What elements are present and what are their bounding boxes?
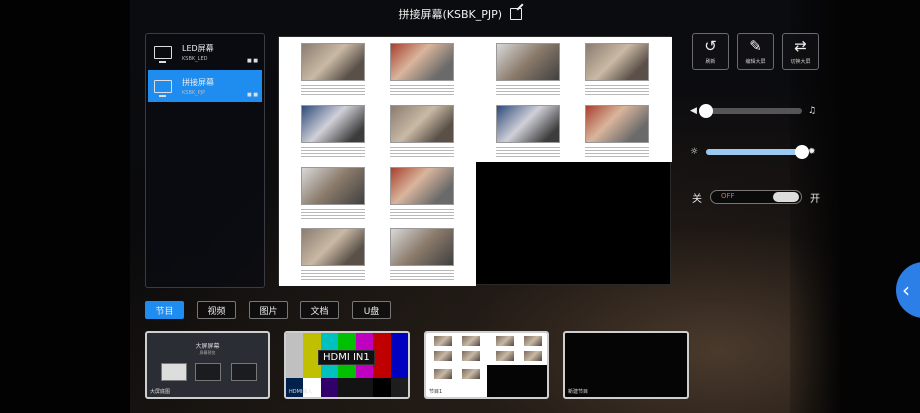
thumbnail-mini-screen: [161, 363, 187, 381]
preview-photo: [301, 167, 365, 205]
thumbnail-program-1[interactable]: 节目1: [424, 331, 549, 399]
edit-icon: ✎: [749, 36, 762, 55]
preview-caption: [390, 147, 454, 157]
page-title-text: 拼接屏幕(KSBK_PJP): [398, 8, 503, 21]
thumbnail-label: 新建节目: [568, 389, 589, 395]
preview-caption: [390, 209, 454, 219]
screen-item-pjp[interactable]: 拼接屏幕 KSBK_PJP ■ ■: [148, 70, 262, 102]
preview-caption: [301, 270, 365, 280]
chevron-left-icon: ‹: [902, 278, 910, 302]
tool-label: 编辑大屏: [745, 58, 766, 65]
brightness-slider-fill: [706, 149, 802, 155]
tab-image[interactable]: 图片: [249, 301, 288, 319]
edit-screen-button[interactable]: ✎ 编辑大屏: [737, 33, 774, 70]
thumbnail-photo: [462, 369, 480, 379]
preview-caption: [585, 147, 649, 157]
thumbnail-photo: [496, 351, 514, 361]
preview-caption: [301, 209, 365, 219]
tool-label: 切换大屏: [790, 58, 811, 65]
thumbnail-mini-screen: [231, 363, 257, 381]
power-state-text: OFF: [721, 192, 735, 200]
thumbnail-photo: [434, 351, 452, 361]
preview-caption: [496, 147, 560, 157]
preview-photo: [301, 228, 365, 266]
monitor-icon: [154, 45, 172, 63]
brightness-slider[interactable]: [706, 145, 809, 159]
volume-slider[interactable]: [699, 104, 802, 118]
switch-screen-button[interactable]: ⇄ 切换大屏: [782, 33, 819, 70]
edit-icon[interactable]: [509, 8, 522, 20]
screen-item-sub: KSBK_PJP: [182, 89, 206, 96]
tab-program[interactable]: 节目: [145, 301, 184, 319]
tab-video[interactable]: 视频: [197, 301, 236, 319]
preview-caption: [301, 147, 365, 157]
preview-caption: [390, 85, 454, 95]
thumbnail-photo: [524, 351, 542, 361]
thumbnail-photo: [496, 336, 514, 346]
thumbnail-photo: [434, 369, 452, 379]
thumbnail-photo: [524, 336, 542, 346]
preview-photo: [585, 43, 649, 81]
screen-item-name: 拼接屏幕: [182, 77, 214, 87]
switch-icon: ⇄: [794, 36, 807, 55]
screen-item-status: ■ ■: [246, 58, 258, 64]
refresh-button[interactable]: ↺ 刷新: [692, 33, 729, 70]
screen-item-name: LED屏幕: [182, 43, 214, 53]
preview-photo: [301, 105, 365, 143]
thumbnail-label: 大屏底图: [150, 389, 171, 395]
power-toggle[interactable]: OFF: [710, 190, 802, 204]
screen-list: LED屏幕 KSBK_LED ■ ■ 拼接屏幕 KSBK_PJP ■ ■: [145, 33, 265, 288]
screen-item-status: ■ ■: [246, 92, 258, 98]
preview-caption: [301, 85, 365, 95]
preview-caption: [585, 85, 649, 95]
thumbnail-mini-screen: [195, 363, 221, 381]
preview-photo: [496, 43, 560, 81]
tab-document[interactable]: 文档: [300, 301, 339, 319]
preview-photo: [390, 43, 454, 81]
tab-usb[interactable]: U盘: [352, 301, 391, 319]
thumbnail-label: HDMI输入: [289, 389, 313, 395]
screen-preview[interactable]: [278, 36, 672, 286]
monitor-icon: [154, 79, 172, 97]
page-title: 拼接屏幕(KSBK_PJP): [0, 6, 920, 22]
thumbnail-photo: [434, 336, 452, 346]
preview-photo: [585, 105, 649, 143]
power-off-label: 关: [692, 193, 702, 205]
preview-photo: [496, 105, 560, 143]
power-control: 关 OFF 开: [692, 188, 822, 206]
volume-up-icon[interactable]: ♫: [808, 106, 822, 116]
screen-item-sub: KSBK_LED: [182, 55, 208, 62]
power-toggle-knob: [773, 192, 799, 202]
preview-photo: [390, 105, 454, 143]
volume-control: ◀ ♫: [690, 103, 822, 119]
refresh-icon: ↺: [704, 36, 717, 55]
preview-caption: [390, 270, 454, 280]
preview-caption: [496, 85, 560, 95]
brightness-low-icon: ☼: [690, 147, 699, 157]
preview-photo: [301, 43, 365, 81]
thumbnail-heading: 大屏屏幕: [195, 343, 220, 350]
letterbox-left: [0, 0, 130, 413]
power-on-label: 开: [810, 193, 820, 205]
brightness-high-icon: ✹: [808, 147, 816, 157]
hdmi-input-label: HDMI IN1: [318, 350, 375, 365]
preview-photo: [390, 228, 454, 266]
tool-label: 刷新: [705, 58, 716, 65]
thumbnail-photo: [462, 336, 480, 346]
thumbnail-photo: [462, 351, 480, 361]
brightness-slider-handle[interactable]: [795, 145, 809, 159]
screen-item-led[interactable]: LED屏幕 KSBK_LED ■ ■: [148, 36, 262, 68]
thumbnail-new-program[interactable]: 新建节目: [563, 331, 689, 399]
brightness-control: ☼ ✹: [690, 144, 822, 160]
thumbnail-hdmi[interactable]: HDMI IN1 HDMI输入: [284, 331, 410, 399]
thumbnail-label: 节目1: [429, 389, 443, 395]
preview-photo: [390, 167, 454, 205]
thumbnail-subheading: 屏幕预览: [199, 350, 216, 355]
thumbnail-background[interactable]: 大屏屏幕 屏幕预览 大屏底图: [145, 331, 270, 399]
volume-slider-handle[interactable]: [699, 104, 713, 118]
